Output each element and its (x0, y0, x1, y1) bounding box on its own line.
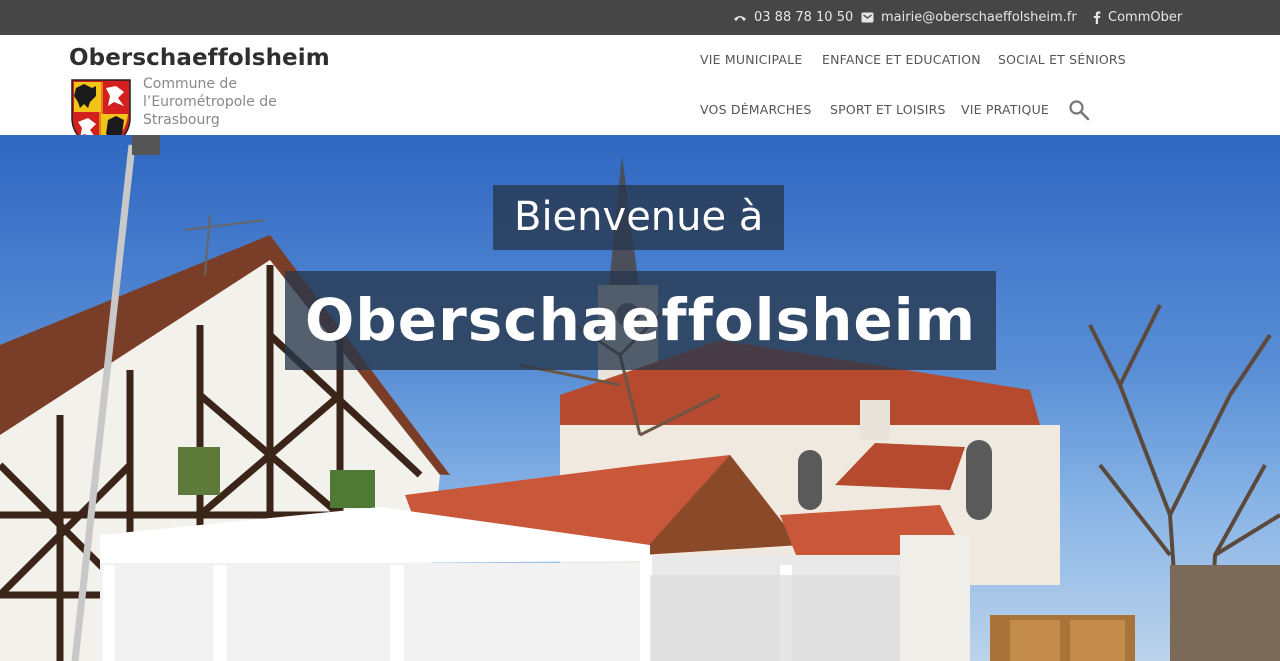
facebook-name: CommOber (1108, 10, 1183, 25)
site-tagline: Commune de l’Eurométropole de Strasbourg (143, 76, 277, 128)
phone-icon (734, 15, 746, 21)
email-address: mairie@oberschaeffolsheim.fr (881, 10, 1077, 25)
site-title[interactable]: Oberschaeffolsheim (69, 45, 330, 71)
email-link[interactable]: mairie@oberschaeffolsheim.fr (861, 10, 1077, 25)
nav-sport-loisirs[interactable]: SPORT ET LOISIRS (830, 102, 946, 117)
top-bar: 03 88 78 10 50 mairie@oberschaeffolsheim… (0, 0, 1280, 35)
nav-social-seniors[interactable]: SOCIAL ET SÉNIORS (998, 52, 1126, 67)
hero-town-name: Oberschaeffolsheim (285, 271, 996, 370)
envelope-icon (861, 12, 874, 23)
facebook-link[interactable]: CommOber (1093, 10, 1182, 25)
nav-vos-demarches[interactable]: VOS DÉMARCHES (700, 102, 812, 117)
hero-welcome-text: Bienvenue à (493, 185, 785, 250)
nav-enfance-education[interactable]: ENFANCE ET EDUCATION (822, 52, 981, 67)
hero-banner: Bienvenue à Oberschaeffolsheim (0, 135, 1280, 661)
phone-number: 03 88 78 10 50 (754, 10, 854, 25)
site-header: Oberschaeffolsheim Commune de l’Eurométr… (0, 35, 1280, 151)
phone-link[interactable]: 03 88 78 10 50 (733, 10, 853, 25)
nav-vie-municipale[interactable]: VIE MUNICIPALE (700, 52, 802, 67)
search-icon[interactable] (1068, 99, 1090, 121)
nav-vie-pratique[interactable]: VIE PRATIQUE (961, 102, 1049, 117)
facebook-icon (1093, 11, 1101, 24)
